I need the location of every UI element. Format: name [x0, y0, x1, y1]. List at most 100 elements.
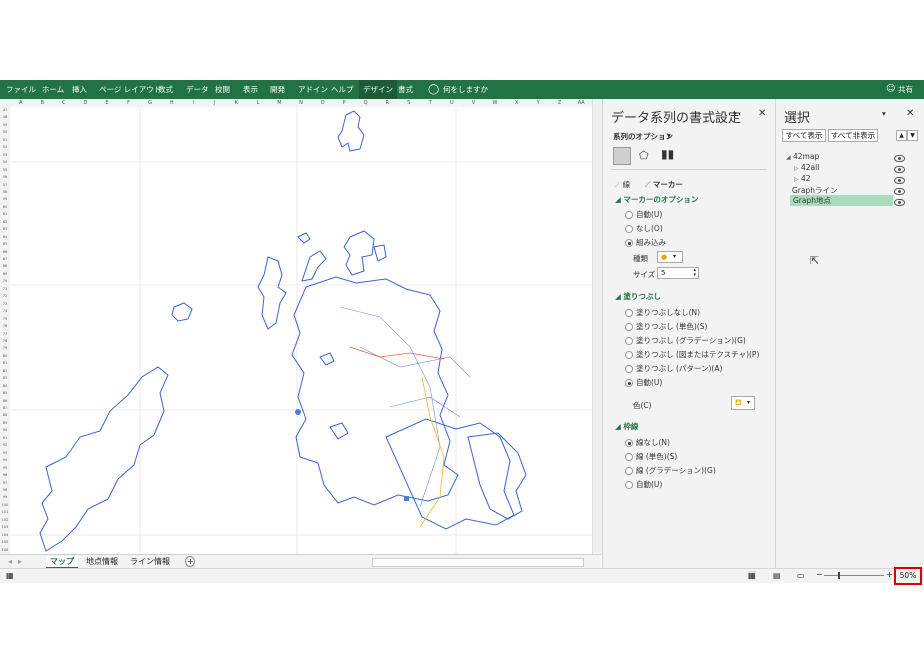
effects-pentagon-icon[interactable]: ⬠ [639, 149, 649, 162]
row-header[interactable]: 67 [0, 256, 10, 263]
map-point[interactable] [295, 409, 301, 415]
row-header[interactable]: 50 [0, 129, 10, 136]
radio-border-gradient[interactable]: 線 (グラデーション)(G) [625, 465, 716, 476]
column-header[interactable]: R [376, 99, 398, 107]
column-header[interactable]: P [333, 99, 355, 107]
row-header[interactable]: 93 [0, 450, 10, 457]
page-layout-view-icon[interactable]: ▤ [773, 571, 781, 580]
marker-size-stepper[interactable]: 5 ▴ ▾ [657, 267, 699, 279]
row-header[interactable]: 81 [0, 360, 10, 367]
radio-fill-picture[interactable]: 塗りつぶし (図またはテクスチャ)(P) [625, 349, 759, 360]
selection-item-42[interactable]: ▷ 42 [794, 174, 894, 183]
add-sheet-button[interactable]: + [185, 556, 195, 567]
expand-toggle-icon[interactable]: ◢ [786, 154, 791, 161]
move-up-button[interactable]: ▲ [896, 130, 907, 141]
row-header[interactable]: 49 [0, 122, 10, 129]
row-header[interactable]: 89 [0, 420, 10, 427]
column-header[interactable]: U [441, 99, 463, 107]
tab-marker[interactable]: ⟋ マーカー [645, 179, 683, 190]
tab-format[interactable]: 書式 [398, 80, 413, 99]
row-header[interactable]: 85 [0, 390, 10, 397]
marker-options-heading[interactable]: ◢ マーカーのオプション [615, 194, 698, 205]
row-header[interactable]: 60 [0, 204, 10, 211]
row-header[interactable]: 54 [0, 159, 10, 166]
column-header[interactable]: C [53, 99, 75, 107]
tab-review[interactable]: 校閲 [215, 80, 230, 99]
visibility-eye-icon[interactable] [894, 166, 905, 173]
share-button[interactable]: 共有 [898, 80, 913, 99]
horizontal-scrollbar[interactable] [372, 558, 584, 567]
tab-line[interactable]: ⟋ 線 [615, 179, 630, 190]
radio-fill-gradient[interactable]: 塗りつぶし (グラデーション)(G) [625, 335, 746, 346]
radio-marker-auto[interactable]: 自動(U) [625, 209, 662, 220]
tab-developer[interactable]: 開発 [270, 80, 285, 99]
row-header[interactable]: 101 [0, 509, 10, 516]
visibility-eye-icon[interactable] [894, 177, 905, 184]
radio-marker-builtin[interactable]: 組み込み [625, 237, 666, 248]
row-header[interactable]: 58 [0, 189, 10, 196]
move-down-button[interactable]: ▼ [907, 130, 918, 141]
visibility-eye-icon[interactable] [894, 155, 905, 162]
tab-insert[interactable]: 挿入 [72, 80, 87, 99]
row-header[interactable]: 66 [0, 249, 10, 256]
radio-fill-solid[interactable]: 塗りつぶし (単色)(S) [625, 321, 707, 332]
selection-item-42all[interactable]: ▷ 42all [794, 163, 894, 172]
column-header[interactable]: H [161, 99, 183, 107]
row-header[interactable]: 102 [0, 517, 10, 524]
row-header[interactable]: 106 [0, 547, 10, 554]
show-all-button[interactable]: すべて表示 [782, 129, 826, 142]
radio-border-auto[interactable]: 自動(U) [625, 479, 662, 490]
column-header[interactable]: F [118, 99, 140, 107]
column-header[interactable]: W [484, 99, 506, 107]
worksheet-grid[interactable] [10, 107, 592, 554]
vertical-scrollbar[interactable] [592, 99, 602, 554]
close-icon[interactable]: ✕ [758, 108, 766, 119]
column-header[interactable]: O [312, 99, 334, 107]
tab-design[interactable]: デザイン [359, 80, 397, 99]
tab-page-layout[interactable]: ページ レイアウト [99, 80, 161, 99]
hide-all-button[interactable]: すべて非表示 [828, 129, 878, 142]
column-header[interactable]: A [10, 99, 32, 107]
pane-options-dropdown-icon[interactable]: ▾ [733, 109, 737, 118]
tab-file[interactable]: ファイル [6, 80, 36, 99]
close-icon[interactable]: ✕ [906, 108, 914, 119]
zoom-level[interactable]: 50% [894, 567, 922, 585]
row-header[interactable]: 74 [0, 308, 10, 315]
row-header[interactable]: 94 [0, 457, 10, 464]
row-header[interactable]: 86 [0, 398, 10, 405]
column-header[interactable]: L [247, 99, 269, 107]
row-header[interactable]: 105 [0, 539, 10, 546]
column-header[interactable]: Q [355, 99, 377, 107]
row-header[interactable]: 73 [0, 301, 10, 308]
selection-item-42map[interactable]: ◢ 42map [786, 152, 896, 161]
zoom-in-button[interactable]: + [886, 570, 893, 579]
tab-formulas[interactable]: 数式 [158, 80, 173, 99]
row-header[interactable]: 83 [0, 375, 10, 382]
radio-border-solid[interactable]: 線 (単色)(S) [625, 451, 677, 462]
row-header[interactable]: 103 [0, 524, 10, 531]
row-header[interactable]: 55 [0, 167, 10, 174]
radio-marker-none[interactable]: なし(O) [625, 223, 663, 234]
column-header[interactable]: Z [549, 99, 571, 107]
row-header[interactable]: 47 [0, 107, 10, 114]
row-header[interactable]: 57 [0, 182, 10, 189]
column-header[interactable]: S [398, 99, 420, 107]
column-header[interactable]: J [204, 99, 226, 107]
sheet-tab-points[interactable]: 地点情報 [82, 556, 122, 567]
row-header[interactable]: 82 [0, 368, 10, 375]
radio-border-none[interactable]: 線なし(N) [625, 437, 670, 448]
fill-heading[interactable]: ◢ 塗りつぶし [615, 291, 661, 302]
row-header[interactable]: 69 [0, 271, 10, 278]
column-header[interactable]: N [290, 99, 312, 107]
series-options-dropdown[interactable]: 系列のオプション [613, 131, 673, 142]
row-header[interactable]: 70 [0, 278, 10, 285]
row-header[interactable]: 95 [0, 465, 10, 472]
row-header[interactable]: 56 [0, 174, 10, 181]
row-header[interactable]: 90 [0, 427, 10, 434]
row-header[interactable]: 97 [0, 480, 10, 487]
map-chart[interactable] [10, 107, 592, 554]
row-header[interactable]: 80 [0, 353, 10, 360]
visibility-eye-icon[interactable] [894, 199, 905, 206]
radio-fill-auto[interactable]: 自動(U) [625, 377, 662, 388]
row-header[interactable]: 48 [0, 114, 10, 121]
